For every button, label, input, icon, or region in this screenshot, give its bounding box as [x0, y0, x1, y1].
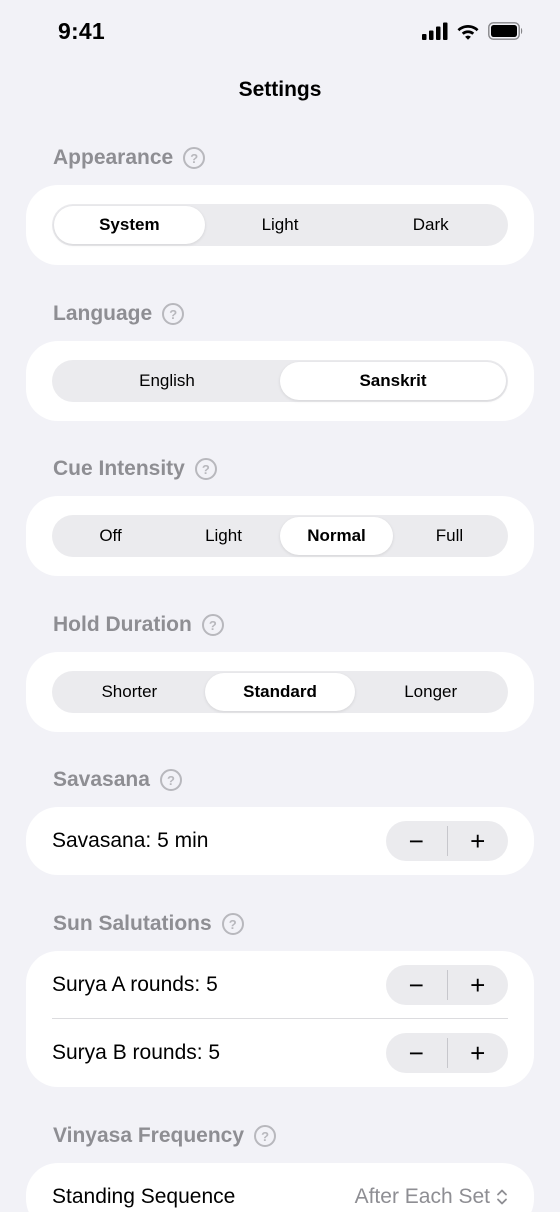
cue-intensity-card: Off Light Normal Full [26, 496, 534, 576]
segment-cue-full[interactable]: Full [393, 517, 506, 555]
help-icon[interactable]: ? [221, 913, 244, 935]
hold-duration-card: Shorter Standard Longer [26, 652, 534, 732]
section-title: Vinyasa Frequency [53, 1124, 245, 1147]
savasana-row: Savasana: 5 min − + [52, 807, 508, 875]
section-title: Appearance [53, 146, 174, 169]
status-time: 9:41 [58, 18, 105, 44]
section-header-hold-duration: Hold Duration ? [53, 613, 224, 637]
standing-sequence-label: Standing Sequence [52, 1185, 236, 1208]
increment-button[interactable]: + [448, 965, 509, 1005]
chevron-up-down-icon [497, 1189, 507, 1205]
segment-appearance-system[interactable]: System [54, 206, 205, 244]
wifi-icon [457, 25, 479, 40]
segment-language-english[interactable]: English [54, 362, 280, 400]
sun-salutations-card: Surya A rounds: 5 − + Surya B rounds: 5 … [26, 951, 534, 1087]
surya-b-stepper: − + [386, 1033, 508, 1073]
savasana-label: Savasana: 5 min [52, 829, 209, 852]
surya-b-row: Surya B rounds: 5 − + [52, 1019, 508, 1087]
segment-appearance-dark[interactable]: Dark [355, 206, 506, 244]
section-header-savasana: Savasana ? [53, 768, 182, 792]
section-header-appearance: Appearance ? [53, 146, 206, 170]
increment-button[interactable]: + [448, 821, 509, 861]
section-title: Hold Duration [53, 613, 192, 636]
segment-cue-normal[interactable]: Normal [280, 517, 393, 555]
segment-cue-light[interactable]: Light [167, 517, 280, 555]
status-bar: 9:41 [0, 0, 560, 62]
settings-screen: 9:41 Settings Appearance ? System Light … [0, 0, 560, 1212]
section-header-vinyasa-frequency: Vinyasa Frequency ? [53, 1124, 277, 1148]
surya-a-stepper: − + [386, 965, 508, 1005]
help-icon[interactable]: ? [194, 458, 217, 480]
surya-a-label: Surya A rounds: 5 [52, 973, 218, 996]
section-header-cue-intensity: Cue Intensity ? [53, 457, 217, 481]
picker-value-text: After Each Set [354, 1185, 490, 1208]
segment-hold-longer[interactable]: Longer [355, 673, 506, 711]
decrement-button[interactable]: − [386, 821, 447, 861]
savasana-card: Savasana: 5 min − + [26, 807, 534, 875]
appearance-card: System Light Dark [26, 185, 534, 265]
segment-language-sanskrit[interactable]: Sanskrit [280, 362, 506, 400]
decrement-button[interactable]: − [386, 1033, 447, 1073]
hold-duration-segmented-control[interactable]: Shorter Standard Longer [52, 671, 508, 713]
help-icon[interactable]: ? [254, 1125, 277, 1147]
increment-button[interactable]: + [448, 1033, 509, 1073]
segment-hold-standard[interactable]: Standard [204, 673, 356, 711]
section-title: Sun Salutations [53, 912, 212, 935]
help-icon[interactable]: ? [162, 303, 185, 325]
section-title: Language [53, 302, 153, 325]
help-icon[interactable]: ? [159, 769, 182, 791]
savasana-stepper: − + [386, 821, 508, 861]
battery-icon [488, 22, 523, 40]
section-title: Cue Intensity [53, 457, 185, 480]
segment-appearance-light[interactable]: Light [205, 206, 356, 244]
surya-b-label: Surya B rounds: 5 [52, 1041, 221, 1064]
decrement-button[interactable]: − [386, 965, 447, 1005]
cellular-signal-icon [422, 22, 448, 40]
help-icon[interactable]: ? [183, 147, 206, 169]
segment-cue-off[interactable]: Off [54, 517, 167, 555]
section-header-sun-salutations: Sun Salutations ? [53, 912, 244, 936]
surya-a-row: Surya A rounds: 5 − + [52, 951, 508, 1019]
page-title: Settings [238, 78, 322, 101]
cue-intensity-segmented-control[interactable]: Off Light Normal Full [52, 515, 508, 557]
vinyasa-frequency-card: Standing Sequence After Each Set [26, 1163, 534, 1212]
standing-sequence-picker[interactable]: After Each Set [355, 1185, 508, 1209]
language-segmented-control[interactable]: English Sanskrit [52, 360, 508, 402]
section-title: Savasana [53, 768, 150, 791]
section-header-language: Language ? [53, 302, 185, 326]
appearance-segmented-control[interactable]: System Light Dark [52, 204, 508, 246]
language-card: English Sanskrit [26, 341, 534, 421]
standing-sequence-row[interactable]: Standing Sequence After Each Set [52, 1163, 508, 1212]
segment-hold-shorter[interactable]: Shorter [54, 673, 205, 711]
status-icons [422, 22, 524, 40]
help-icon[interactable]: ? [201, 614, 224, 636]
